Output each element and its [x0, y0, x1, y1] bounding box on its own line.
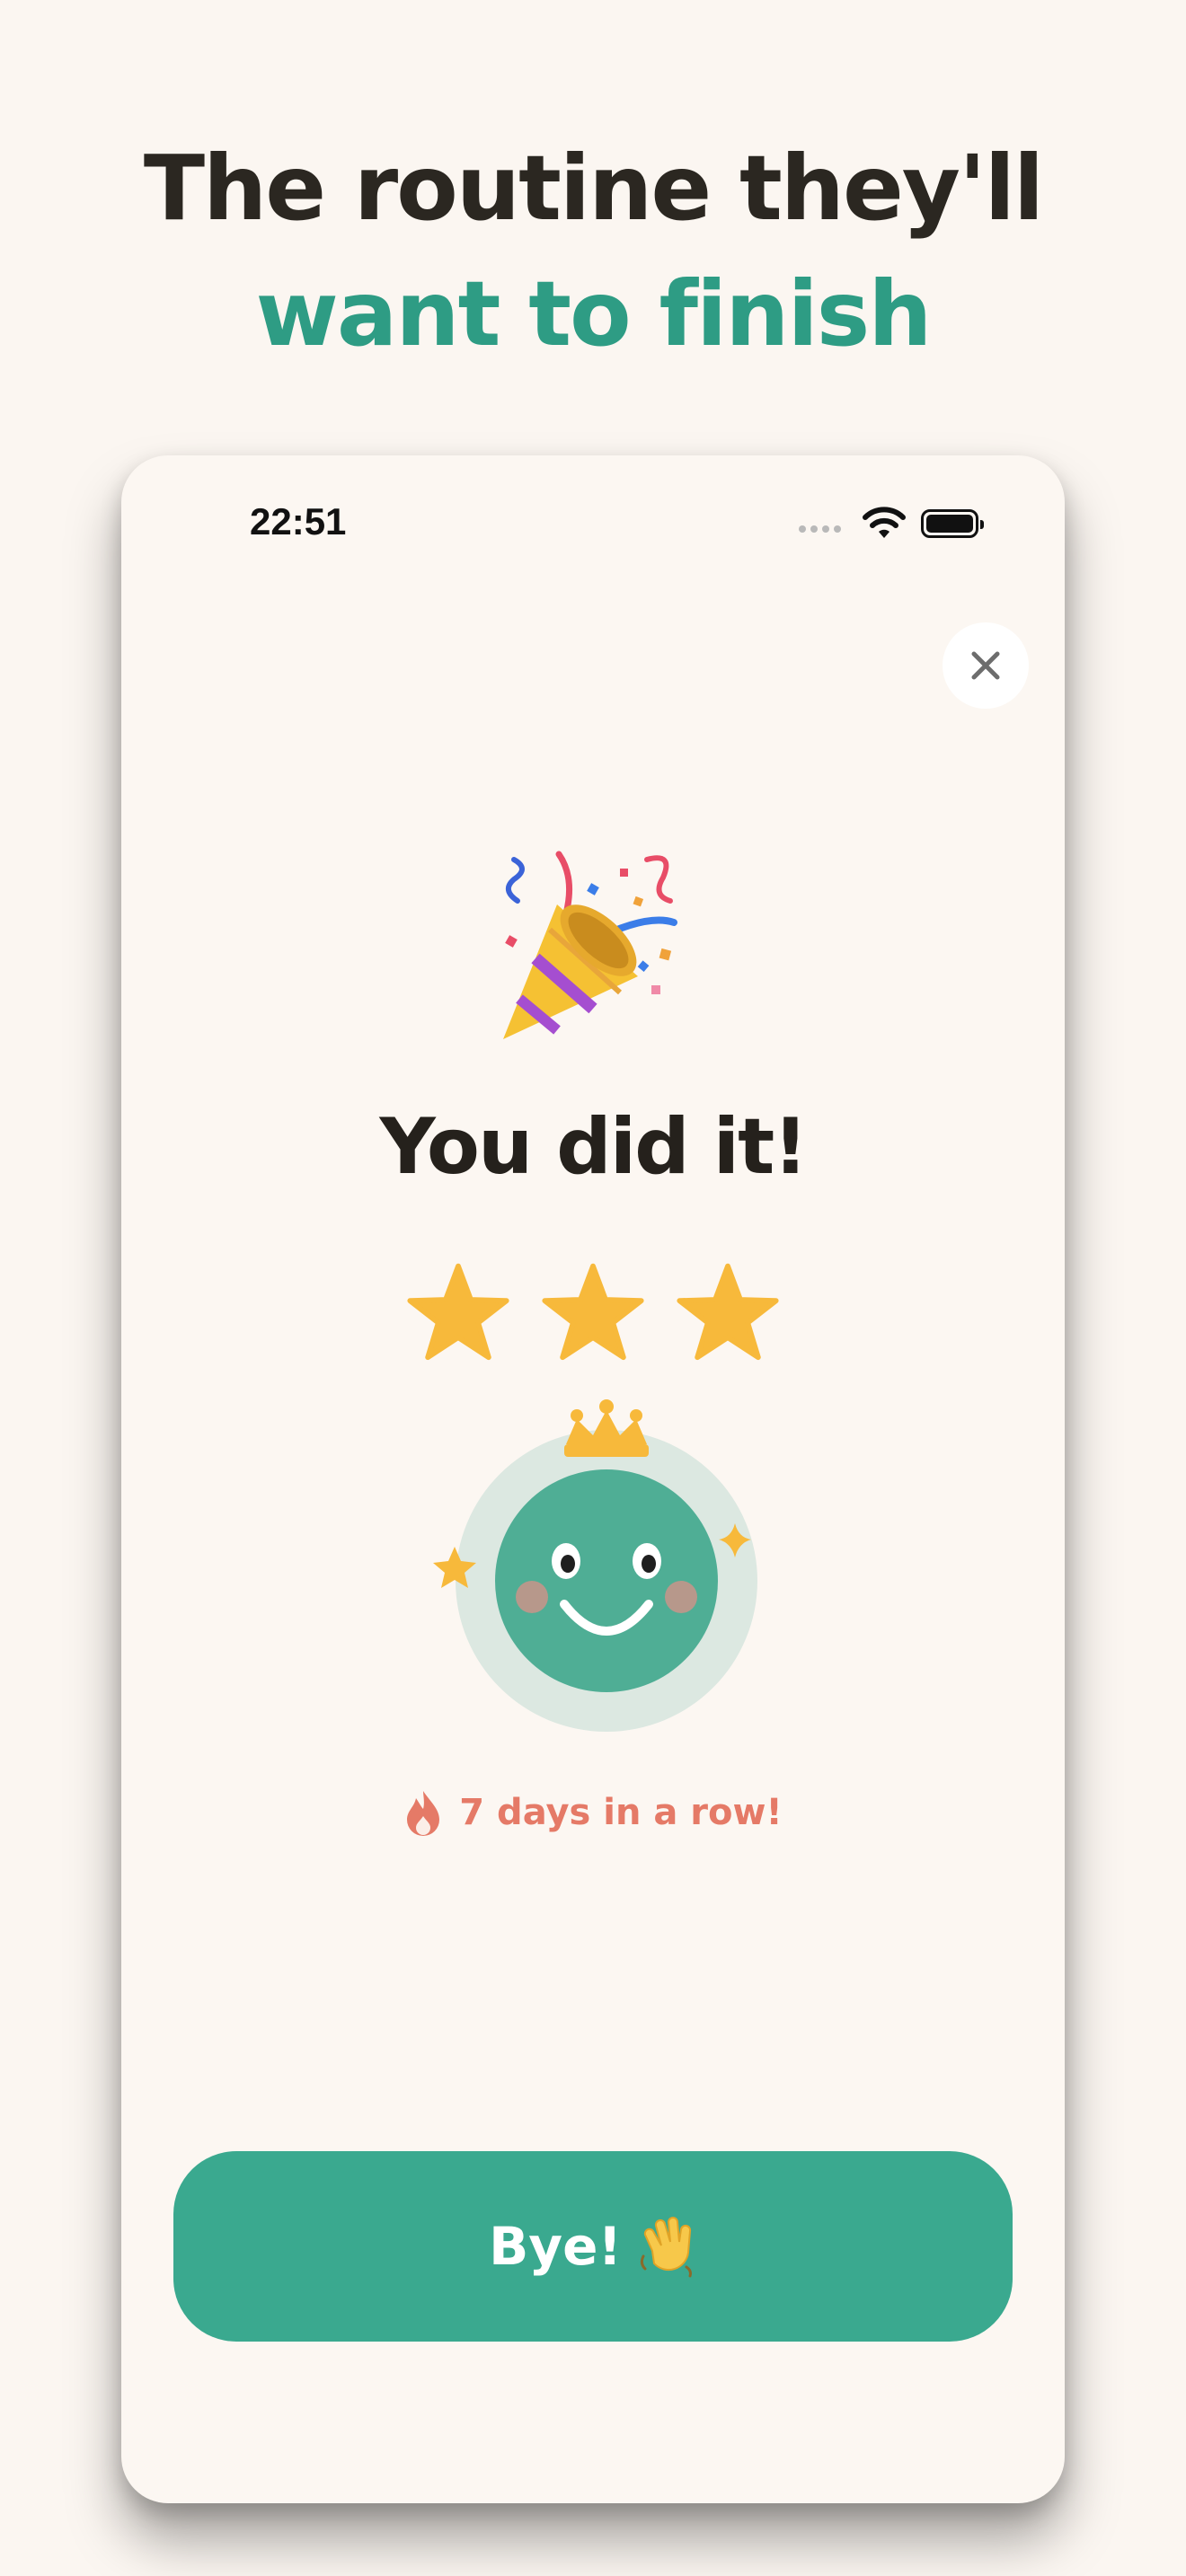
- waving-hand-icon: [640, 2217, 692, 2278]
- crowned-smiley-mascot-icon: [433, 1399, 757, 1732]
- star-icon: [407, 1263, 509, 1361]
- status-icons: [799, 506, 984, 542]
- party-popper-icon: [503, 851, 677, 1039]
- star-rating: [121, 1262, 1065, 1363]
- streak-indicator: 7 days in a row!: [121, 1789, 1065, 1836]
- battery-icon: [921, 509, 984, 538]
- headline-line-1: The routine they'll: [143, 136, 1044, 241]
- status-time: 22:51: [250, 500, 347, 543]
- star-icon: [542, 1263, 644, 1361]
- wifi-icon: [863, 507, 906, 538]
- phone-screen: 22:51 You did it! 7 days in a row! Bye!: [121, 455, 1065, 2503]
- close-button[interactable]: [943, 622, 1029, 709]
- star-icon: [677, 1263, 779, 1361]
- marketing-headline: The routine they'll want to finish: [0, 126, 1186, 377]
- close-icon: [971, 651, 1000, 680]
- headline-line-2: want to finish: [255, 261, 933, 366]
- celebration-title: You did it!: [379, 1102, 809, 1192]
- streak-text: 7 days in a row!: [459, 1792, 783, 1833]
- bye-button-label: Bye!: [489, 2216, 622, 2277]
- bye-button[interactable]: Bye!: [173, 2151, 1013, 2342]
- signal-dots-icon: [799, 525, 845, 533]
- flame-icon: [407, 1791, 440, 1836]
